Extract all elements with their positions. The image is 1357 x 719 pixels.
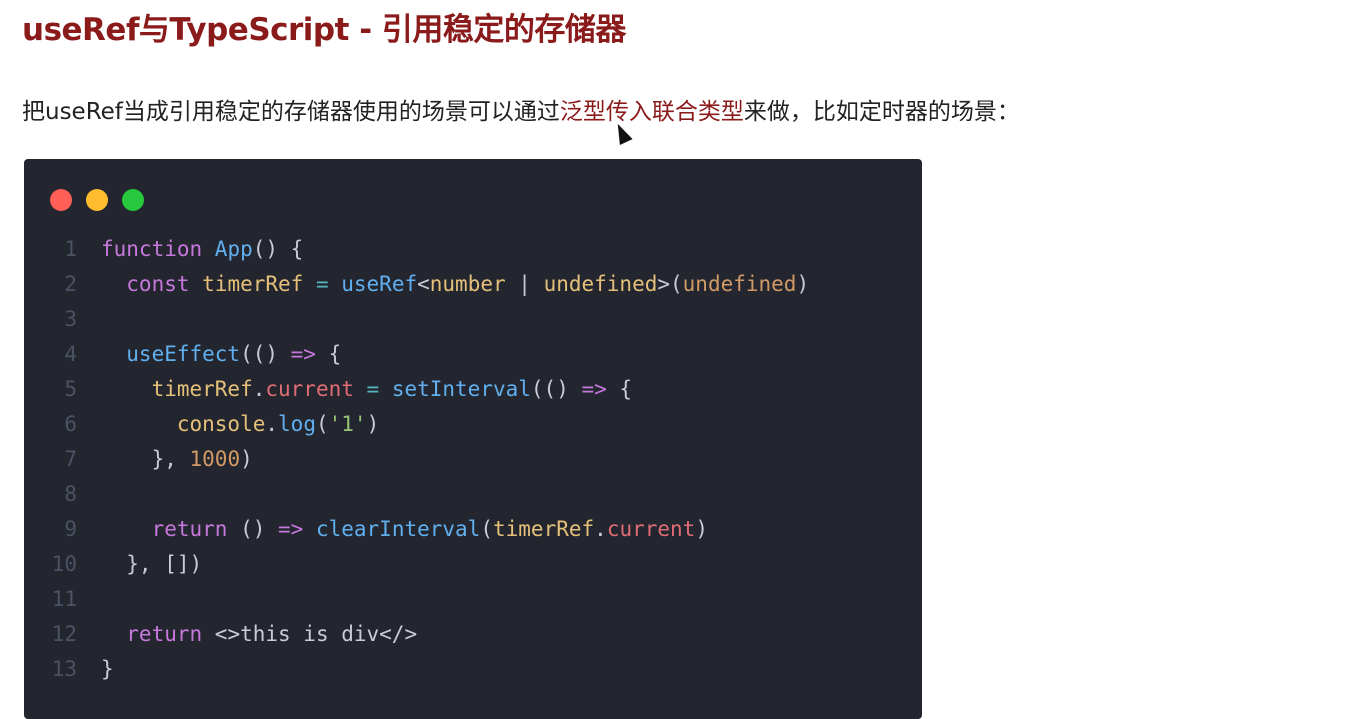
page-title: useRef与TypeScript - 引用稳定的存储器 — [22, 12, 626, 48]
code-token: ) — [189, 552, 203, 576]
code-token: log — [278, 412, 316, 436]
code-line: 8 — [24, 477, 809, 512]
code-token: | — [505, 272, 544, 296]
code-token: ) — [695, 517, 708, 541]
paragraph-highlight: 泛型传入联合类型 — [559, 99, 744, 125]
code-token: function — [101, 237, 215, 261]
code-line: 13} — [24, 652, 809, 687]
code-token: } — [101, 657, 114, 681]
code-token: return — [101, 622, 215, 646]
line-number: 4 — [64, 342, 77, 366]
code-token: ) — [366, 412, 380, 436]
code-token: App — [214, 237, 253, 261]
code-token: ) — [796, 272, 810, 296]
code-line: 5 timerRef. current = setInterval(() => { — [24, 372, 809, 407]
code-token: => — [290, 342, 316, 366]
code-line: 1 function App() { — [24, 232, 809, 267]
code-token: current — [606, 517, 696, 541]
line-number: 2 — [64, 272, 77, 296]
code-token: (() — [530, 377, 582, 401]
code-token: => — [278, 517, 304, 541]
line-number: 3 — [64, 307, 77, 331]
code-token: timerRef — [493, 517, 595, 541]
code-token: = — [353, 377, 392, 401]
code-token: (() — [240, 342, 291, 366]
code-token: . — [252, 377, 266, 401]
code-line: 10 }, []) — [24, 547, 809, 582]
line-number: 10 — [51, 552, 77, 576]
maximize-dot-icon — [122, 189, 144, 211]
code-token: undefined — [543, 272, 658, 296]
code-token: timerRef — [202, 272, 304, 296]
code-token: useEffect — [101, 342, 241, 366]
code-line: 4 useEffect(() => { — [24, 337, 809, 372]
code-token: () { — [252, 237, 304, 261]
code-token: timerRef — [101, 377, 253, 401]
code-token: < — [417, 272, 430, 296]
code-token: }, — [101, 447, 190, 471]
paragraph-text-end: 来做，比如定时器的场景： — [743, 99, 1020, 125]
code-token: ( — [480, 517, 493, 541]
line-number: 1 — [64, 237, 77, 261]
code-line: 7 }, 1000) — [24, 442, 809, 477]
code-token: ) — [240, 447, 253, 471]
code-token: console — [101, 412, 266, 436]
code-line: 9 return () => clearInterval(timerRef. cu… — [24, 512, 809, 547]
code-token: () — [240, 517, 279, 541]
code-token: const — [101, 272, 203, 296]
line-number: 8 — [64, 482, 77, 506]
code-token: <>this is div</> — [214, 622, 418, 646]
code-token: . — [265, 412, 279, 436]
code-token: { — [606, 377, 633, 401]
code-token: => — [581, 377, 607, 401]
line-number: 6 — [64, 412, 77, 436]
window-controls — [50, 189, 144, 211]
code-token: return — [101, 517, 241, 541]
code-token: setInterval — [391, 377, 531, 401]
code-line: 3 — [24, 302, 809, 337]
code-lines: 1 function App() {2 const timerRef = useR… — [24, 232, 809, 687]
line-number: 13 — [51, 657, 77, 681]
minimize-dot-icon — [86, 189, 108, 211]
close-dot-icon — [50, 189, 72, 211]
code-line: 6 console. log('1') — [24, 407, 809, 442]
code-token: { — [315, 342, 342, 366]
code-token: 1000 — [189, 447, 241, 471]
code-token: '1' — [328, 412, 367, 436]
code-token: }, [] — [101, 552, 190, 576]
code-token: useRef — [341, 272, 418, 296]
code-token: = — [303, 272, 342, 296]
line-number: 12 — [51, 622, 77, 646]
line-number: 9 — [64, 517, 77, 541]
code-token: undefined — [682, 272, 797, 296]
paragraph-text: 把useRef当成引用稳定的存储器使用的场景可以通过 — [22, 99, 560, 125]
code-token: number — [429, 272, 506, 296]
code-token: >( — [657, 272, 683, 296]
code-token: clearInterval — [315, 517, 481, 541]
line-number: 7 — [64, 447, 77, 471]
line-number: 5 — [64, 377, 77, 401]
code-token: ( — [315, 412, 329, 436]
code-token: . — [594, 517, 607, 541]
line-number: 11 — [51, 587, 77, 611]
code-token: current — [265, 377, 354, 401]
code-block: 1 function App() {2 const timerRef = useR… — [24, 159, 922, 719]
code-line: 12 return <>this is div</> — [24, 617, 809, 652]
intro-paragraph: 把useRef当成引用稳定的存储器使用的场景可以通过泛型传入联合类型来做，比如定… — [22, 92, 1020, 126]
code-line: 2 const timerRef = useRef < number | undef… — [24, 267, 809, 302]
code-line: 11 — [24, 582, 809, 617]
